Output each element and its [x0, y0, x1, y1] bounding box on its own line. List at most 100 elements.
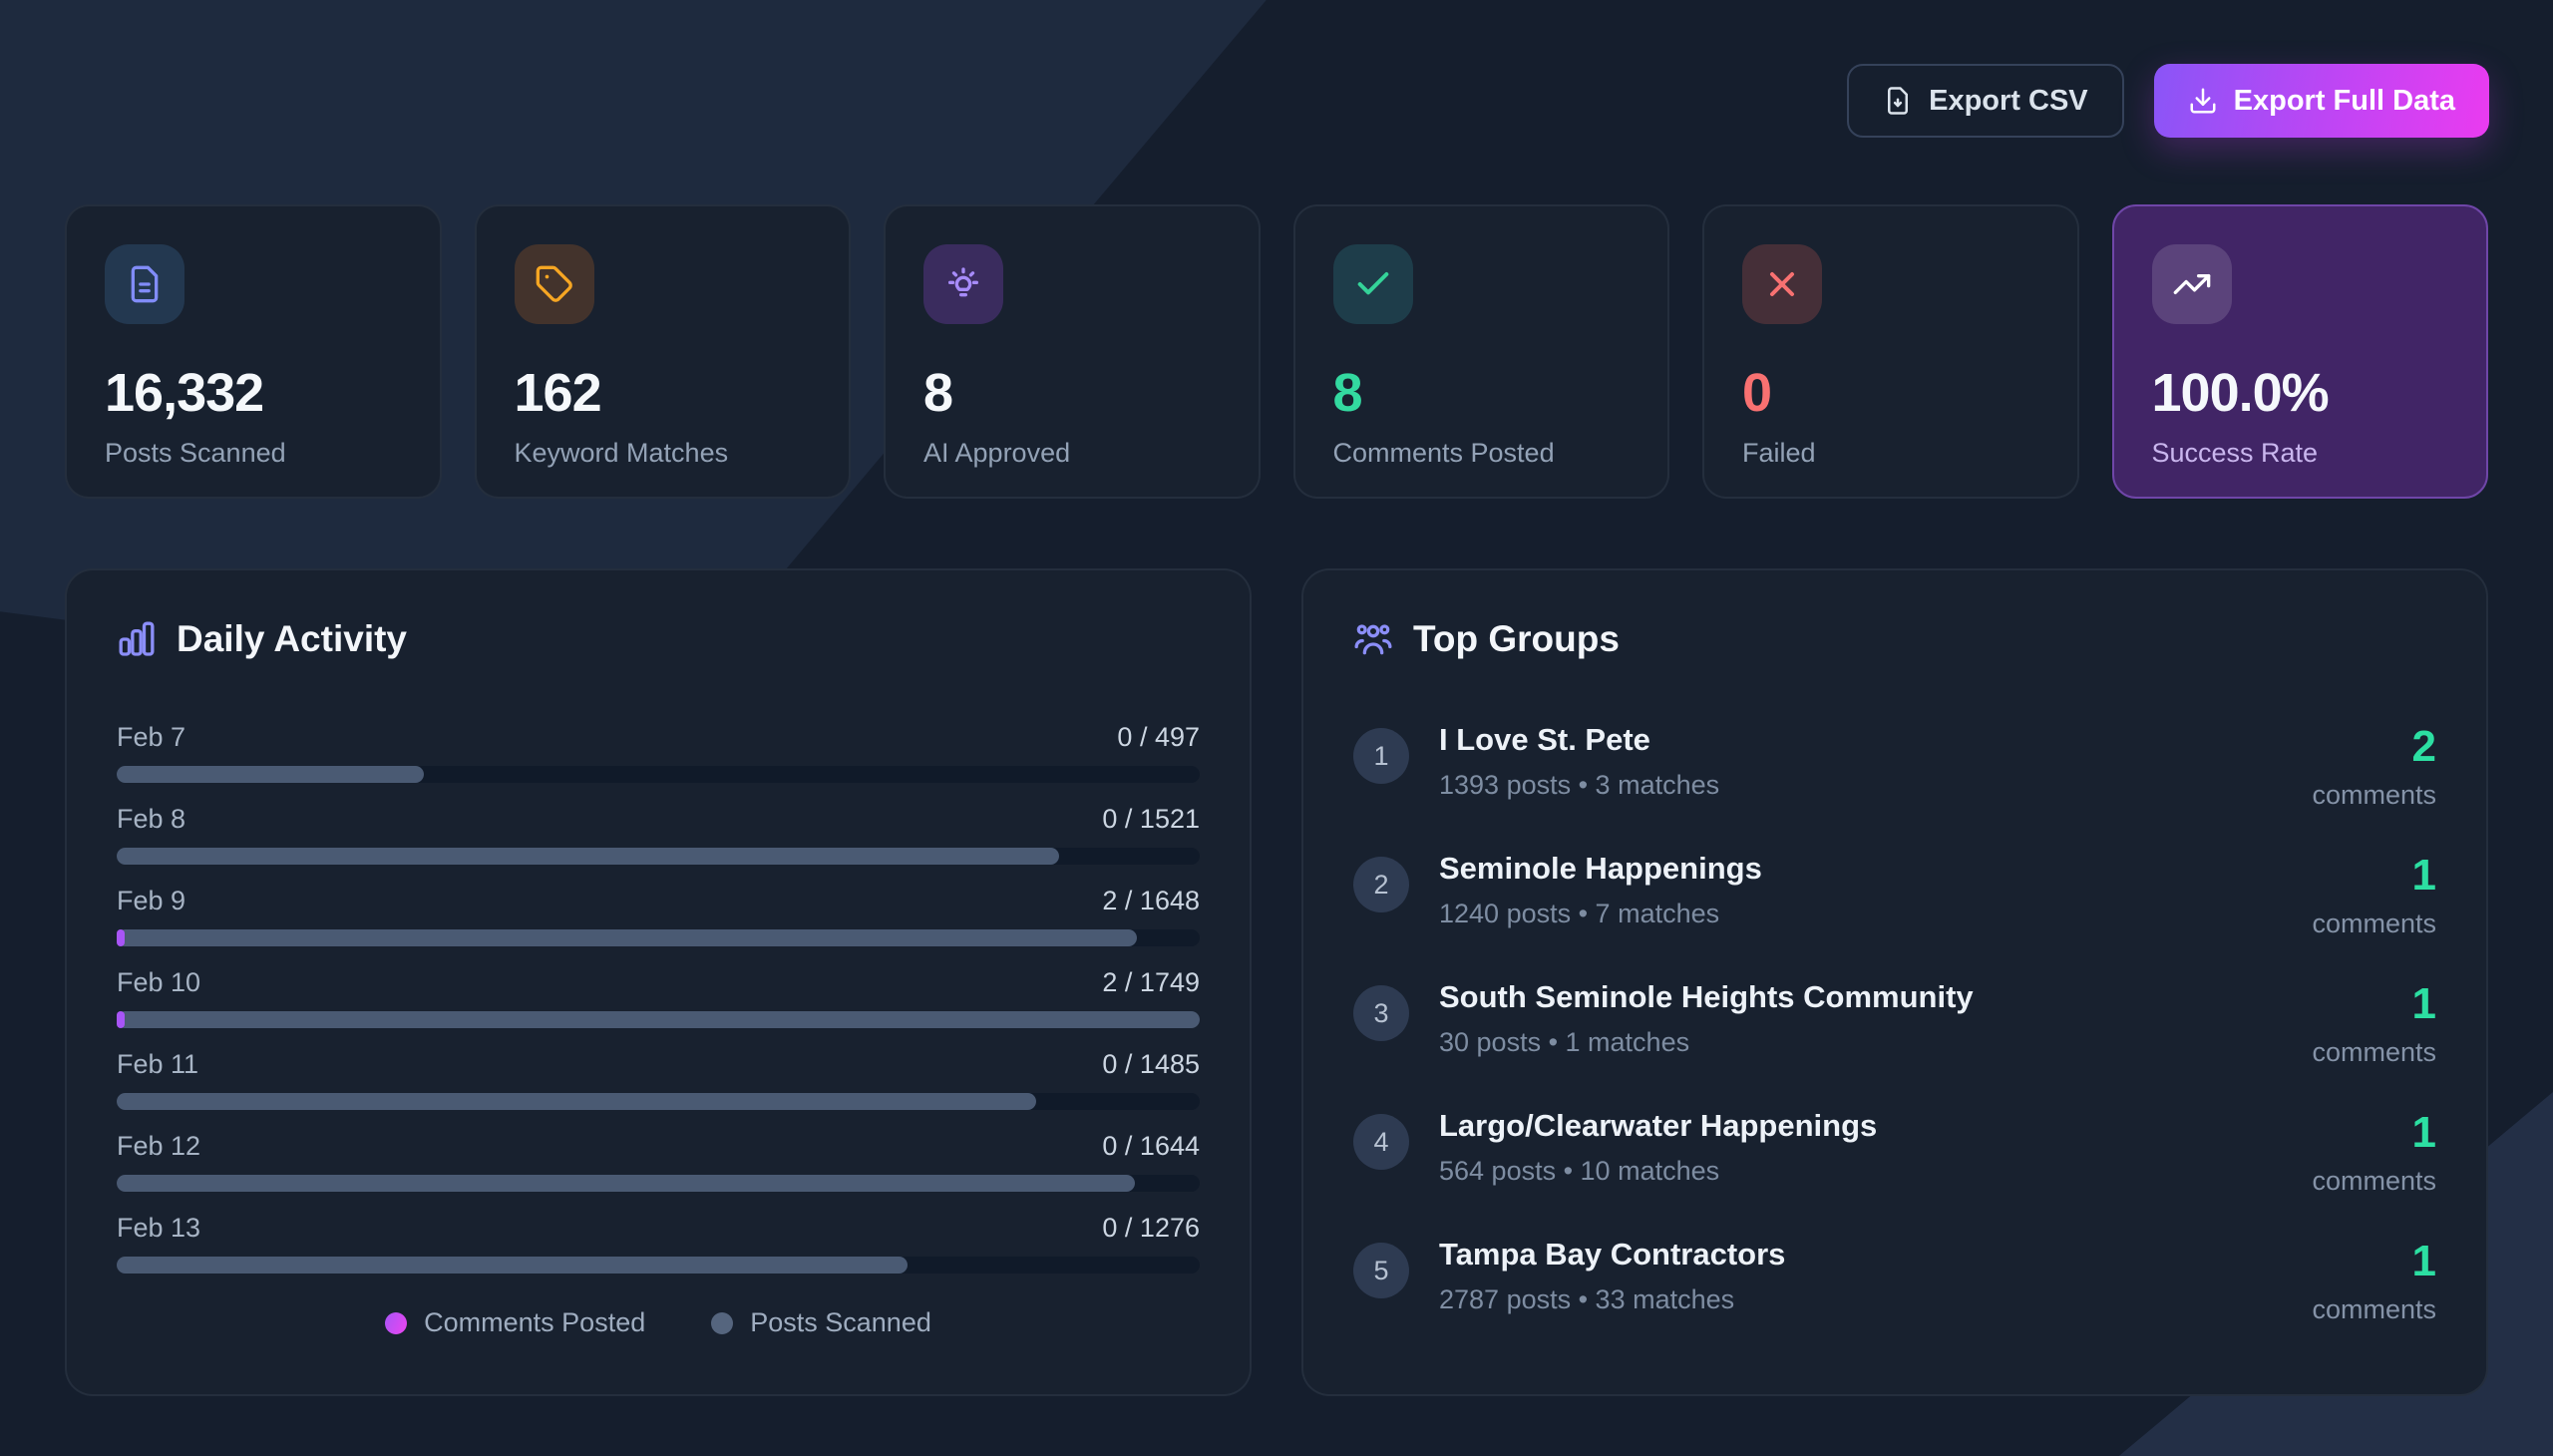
stat-card-keyword-matches: 162 Keyword Matches [475, 204, 852, 499]
top-group-row: 1 I Love St. Pete 1393 posts • 3 matches… [1353, 722, 2436, 811]
chart-legend: Comments Posted Posts Scanned [117, 1307, 1200, 1338]
group-name: Seminole Happenings [1439, 851, 1762, 887]
group-comments: 1 comments [2312, 1237, 2436, 1325]
top-groups-list: 1 I Love St. Pete 1393 posts • 3 matches… [1353, 722, 2436, 1325]
daily-activity-title: Daily Activity [177, 618, 407, 660]
stat-label: AI Approved [923, 438, 1221, 469]
legend-posts-scanned: Posts Scanned [711, 1307, 931, 1338]
rank-badge: 2 [1353, 857, 1409, 912]
daily-activity-row: Feb 7 0 / 497 [117, 722, 1200, 783]
stat-value: 8 [923, 362, 1221, 424]
toolbar: Export CSV Export Full Data [1847, 64, 2489, 138]
daily-row-date: Feb 9 [117, 886, 185, 916]
bar-chart-icon [117, 619, 157, 659]
daily-row-date: Feb 7 [117, 722, 185, 753]
download-icon [2188, 86, 2218, 116]
stat-value: 162 [515, 362, 812, 424]
group-comments-count: 1 [2312, 851, 2436, 901]
daily-activity-rows: Feb 7 0 / 497 Feb 8 0 / 1521 Feb 9 2 / 1… [117, 722, 1200, 1274]
comments-posted-dot-icon [385, 1312, 407, 1334]
stat-label: Posts Scanned [105, 438, 402, 469]
daily-row-date: Feb 8 [117, 804, 185, 835]
daily-activity-row: Feb 8 0 / 1521 [117, 804, 1200, 865]
daily-row-bar-track [117, 1093, 1200, 1110]
group-name: I Love St. Pete [1439, 722, 1719, 758]
posts-scanned-bar [117, 1011, 1200, 1028]
posts-scanned-bar [117, 1093, 1036, 1110]
group-info: Seminole Happenings 1240 posts • 7 match… [1439, 851, 1762, 929]
group-comments-label: comments [2312, 1294, 2436, 1325]
top-group-row: 3 South Seminole Heights Community 30 po… [1353, 979, 2436, 1068]
stat-card-ai-approved: 8 AI Approved [884, 204, 1261, 499]
stats-row: 16,332 Posts Scanned 162 Keyword Matches… [65, 204, 2488, 499]
comments-posted-bar [117, 1011, 125, 1028]
stat-value: 8 [1333, 362, 1631, 424]
group-comments: 2 comments [2312, 722, 2436, 811]
top-group-row: 4 Largo/Clearwater Happenings 564 posts … [1353, 1108, 2436, 1197]
file-down-icon [1883, 86, 1913, 116]
daily-row-value: 2 / 1648 [1102, 886, 1200, 916]
daily-row-header: Feb 9 2 / 1648 [117, 886, 1200, 916]
top-groups-title: Top Groups [1413, 618, 1620, 660]
stat-label: Failed [1742, 438, 2039, 469]
daily-activity-row: Feb 12 0 / 1644 [117, 1131, 1200, 1192]
group-meta: 564 posts • 10 matches [1439, 1156, 1877, 1187]
export-csv-button[interactable]: Export CSV [1847, 64, 2124, 138]
group-info: Largo/Clearwater Happenings 564 posts • … [1439, 1108, 1877, 1187]
daily-activity-row: Feb 13 0 / 1276 [117, 1213, 1200, 1274]
posts-scanned-dot-icon [711, 1312, 733, 1334]
daily-row-value: 0 / 497 [1117, 722, 1200, 753]
group-name: Largo/Clearwater Happenings [1439, 1108, 1877, 1144]
group-info: South Seminole Heights Community 30 post… [1439, 979, 1974, 1058]
group-comments: 1 comments [2312, 851, 2436, 939]
comments-posted-bar [117, 929, 125, 946]
users-icon [1353, 619, 1393, 659]
stat-card-success-rate: 100.0% Success Rate [2112, 204, 2489, 499]
daily-row-header: Feb 8 0 / 1521 [117, 804, 1200, 835]
top-groups-header: Top Groups [1353, 618, 2436, 660]
group-info: I Love St. Pete 1393 posts • 3 matches [1439, 722, 1719, 801]
rank-badge: 5 [1353, 1243, 1409, 1298]
export-full-data-button[interactable]: Export Full Data [2154, 64, 2489, 138]
daily-row-value: 2 / 1749 [1102, 967, 1200, 998]
group-info: Tampa Bay Contractors 2787 posts • 33 ma… [1439, 1237, 1785, 1315]
posts-scanned-bar [117, 766, 424, 783]
document-icon [105, 244, 184, 324]
stat-card-failed: 0 Failed [1702, 204, 2079, 499]
group-meta: 2787 posts • 33 matches [1439, 1284, 1785, 1315]
stat-label: Comments Posted [1333, 438, 1631, 469]
group-comments-count: 1 [2312, 979, 2436, 1029]
daily-activity-row: Feb 10 2 / 1749 [117, 967, 1200, 1028]
group-comments-count: 1 [2312, 1237, 2436, 1286]
stat-value: 16,332 [105, 362, 402, 424]
export-csv-label: Export CSV [1929, 85, 2088, 118]
rank-badge: 4 [1353, 1114, 1409, 1170]
daily-row-header: Feb 12 0 / 1644 [117, 1131, 1200, 1162]
daily-row-bar-track [117, 766, 1200, 783]
daily-row-header: Feb 11 0 / 1485 [117, 1049, 1200, 1080]
daily-row-value: 0 / 1644 [1102, 1131, 1200, 1162]
group-meta: 30 posts • 1 matches [1439, 1027, 1974, 1058]
daily-row-bar-track [117, 1011, 1200, 1028]
daily-row-header: Feb 13 0 / 1276 [117, 1213, 1200, 1244]
lightbulb-icon [923, 244, 1003, 324]
top-group-row: 2 Seminole Happenings 1240 posts • 7 mat… [1353, 851, 2436, 939]
stat-value: 100.0% [2152, 362, 2449, 424]
check-icon [1333, 244, 1413, 324]
rank-badge: 1 [1353, 728, 1409, 784]
export-full-data-label: Export Full Data [2234, 85, 2455, 118]
stat-label: Success Rate [2152, 438, 2449, 469]
legend-comments-posted: Comments Posted [385, 1307, 645, 1338]
daily-row-bar-track [117, 929, 1200, 946]
top-group-row: 5 Tampa Bay Contractors 2787 posts • 33 … [1353, 1237, 2436, 1325]
stat-card-posts-scanned: 16,332 Posts Scanned [65, 204, 442, 499]
daily-row-value: 0 / 1276 [1102, 1213, 1200, 1244]
stat-value: 0 [1742, 362, 2039, 424]
daily-row-bar-track [117, 1175, 1200, 1192]
daily-row-bar-track [117, 848, 1200, 865]
tag-icon [515, 244, 594, 324]
group-name: Tampa Bay Contractors [1439, 1237, 1785, 1273]
x-icon [1742, 244, 1822, 324]
group-meta: 1393 posts • 3 matches [1439, 770, 1719, 801]
group-comments: 1 comments [2312, 979, 2436, 1068]
